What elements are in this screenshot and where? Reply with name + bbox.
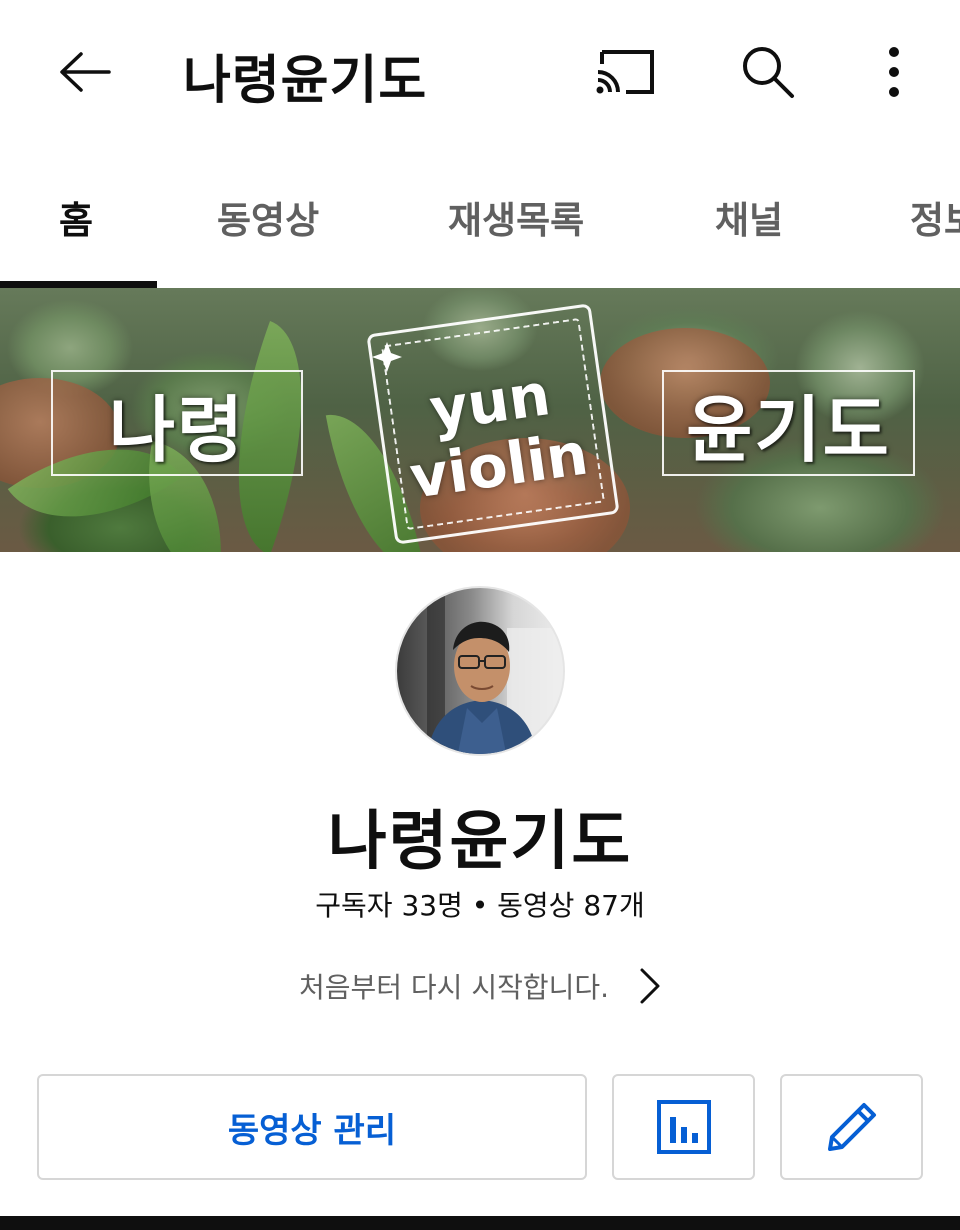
manage-videos-button[interactable]: 동영상 관리 (37, 1074, 587, 1180)
bar-chart-icon (656, 1100, 711, 1154)
sparkle-icon (372, 342, 402, 372)
cast-button[interactable] (586, 40, 662, 104)
tab-channels[interactable]: 채널 (715, 190, 783, 244)
search-button[interactable] (730, 40, 806, 104)
channel-tabs: 홈 동영상 재생목록 채널 정보 (0, 150, 960, 288)
back-arrow-icon (60, 52, 111, 92)
page-title: 나령윤기도 (183, 51, 428, 111)
pencil-icon (827, 1103, 876, 1151)
tab-playlists[interactable]: 재생목록 (448, 190, 584, 244)
banner-label-box: 나령 (51, 370, 303, 476)
cast-icon (596, 50, 654, 94)
next-section-edge (0, 1216, 960, 1230)
edit-channel-button[interactable] (780, 1074, 923, 1180)
banner-label-box: 윤기도 (662, 370, 915, 476)
more-options-button[interactable] (862, 40, 926, 104)
analytics-button[interactable] (612, 1074, 755, 1180)
tab-about[interactable]: 정보 (910, 190, 960, 244)
banner-left-text: 나령 (108, 387, 246, 472)
chevron-right-icon (639, 967, 661, 1005)
tab-active-indicator (0, 281, 157, 288)
avatar[interactable] (395, 586, 565, 756)
search-icon (743, 47, 794, 98)
app-bar: 나령윤기도 (0, 0, 960, 145)
channel-name: 나령윤기도 (327, 805, 633, 879)
banner-right-text: 윤기도 (686, 387, 891, 472)
more-vert-icon (889, 47, 899, 97)
channel-stats: 구독자 33명 • 동영상 87개 (315, 889, 645, 922)
tab-home[interactable]: 홈 (59, 190, 93, 244)
banner-logo-stamp: yun violin (366, 303, 620, 545)
tab-videos[interactable]: 동영상 (217, 190, 319, 244)
back-button[interactable] (50, 40, 120, 104)
avatar-photo (427, 588, 563, 754)
channel-description: 처음부터 다시 시작합니다. (298, 971, 610, 1004)
manage-videos-label: 동영상 관리 (227, 1110, 397, 1151)
channel-description-link[interactable]: 처음부터 다시 시작합니다. (0, 960, 960, 1012)
